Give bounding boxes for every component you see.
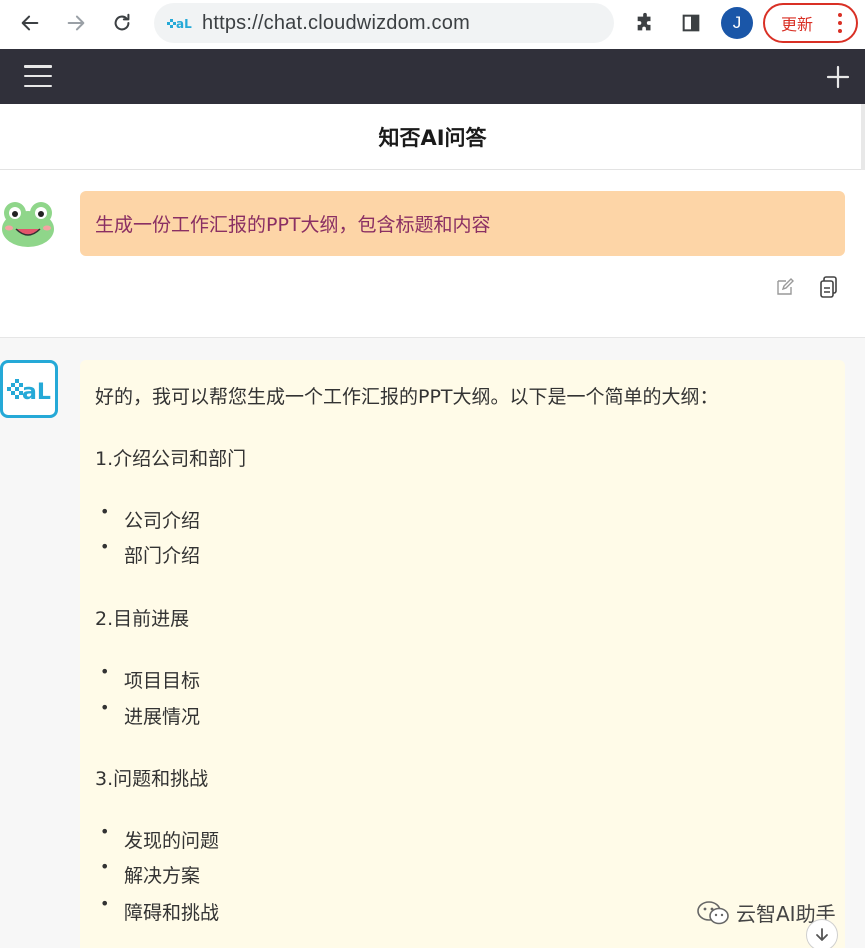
arrow-left-icon	[21, 15, 39, 31]
frog-avatar-icon	[2, 202, 54, 247]
back-button[interactable]	[15, 8, 45, 38]
arrow-down-icon	[816, 928, 828, 941]
address-bar[interactable]: aL https://chat.cloudwizdom.com	[154, 3, 614, 43]
new-chat-plus-icon[interactable]	[826, 65, 850, 89]
list-item-text: 解决方案	[124, 865, 201, 887]
browser-toolbar: aL https://chat.cloudwizdom.com J 更新	[0, 0, 865, 48]
update-label: 更新	[781, 15, 814, 34]
avatar-letter: J	[732, 13, 742, 32]
user-message-row: 生成一份工作汇报的PPT大纲，包含标题和内容	[0, 170, 865, 338]
section-heading: 2.目前进展	[95, 608, 190, 630]
list-item-text: 部门介绍	[124, 545, 201, 567]
ai-message-bubble: 好的，我可以帮您生成一个工作汇报的PPT大纲。以下是一个简单的大纲： 1.介绍公…	[80, 360, 845, 948]
user-message-text: 生成一份工作汇报的PPT大纲，包含标题和内容	[95, 214, 491, 236]
wechat-icon	[697, 900, 729, 924]
profile-avatar[interactable]: J	[721, 7, 753, 39]
list-item-text: 项目目标	[124, 670, 201, 692]
page-title: 知否AI问答	[378, 125, 487, 150]
ai-logo-icon: aL	[0, 360, 58, 418]
ai-message-row: aL 好的，我可以帮您生成一个工作汇报的PPT大纲。以下是一个简单的大纲： 1.…	[0, 338, 865, 948]
ai-intro-text: 好的，我可以帮您生成一个工作汇报的PPT大纲。以下是一个简单的大纲：	[95, 386, 719, 408]
list-item-text: 进展情况	[124, 706, 201, 728]
edit-icon[interactable]	[775, 277, 795, 297]
svg-text:aL: aL	[22, 380, 51, 405]
forward-button[interactable]	[61, 8, 91, 38]
side-panel-button[interactable]	[676, 8, 706, 38]
scroll-to-bottom-button[interactable]	[806, 919, 838, 948]
svg-text:aL: aL	[176, 17, 192, 31]
side-panel-icon	[682, 14, 700, 32]
more-vert-icon	[838, 13, 842, 33]
section-heading: 1.介绍公司和部门	[95, 448, 247, 470]
list-item-text: 障碍和挑战	[124, 902, 220, 924]
section-heading: 3.问题和挑战	[95, 768, 209, 790]
reload-icon	[114, 13, 130, 31]
extensions-button[interactable]	[630, 8, 660, 38]
puzzle-icon	[637, 12, 651, 31]
app-header	[0, 49, 865, 104]
user-message-bubble: 生成一份工作汇报的PPT大纲，包含标题和内容	[80, 191, 845, 256]
list-item-text: 发现的问题	[124, 830, 220, 852]
update-button[interactable]: 更新	[763, 3, 858, 43]
copy-icon[interactable]	[818, 275, 840, 299]
reload-button[interactable]	[107, 8, 137, 38]
arrow-right-icon	[67, 15, 85, 31]
site-favicon-icon: aL	[166, 13, 192, 33]
url-text: https://chat.cloudwizdom.com	[202, 11, 470, 34]
hamburger-menu-icon[interactable]	[24, 65, 52, 87]
list-item-text: 公司介绍	[124, 510, 201, 532]
title-bar: 知否AI问答	[0, 104, 865, 170]
